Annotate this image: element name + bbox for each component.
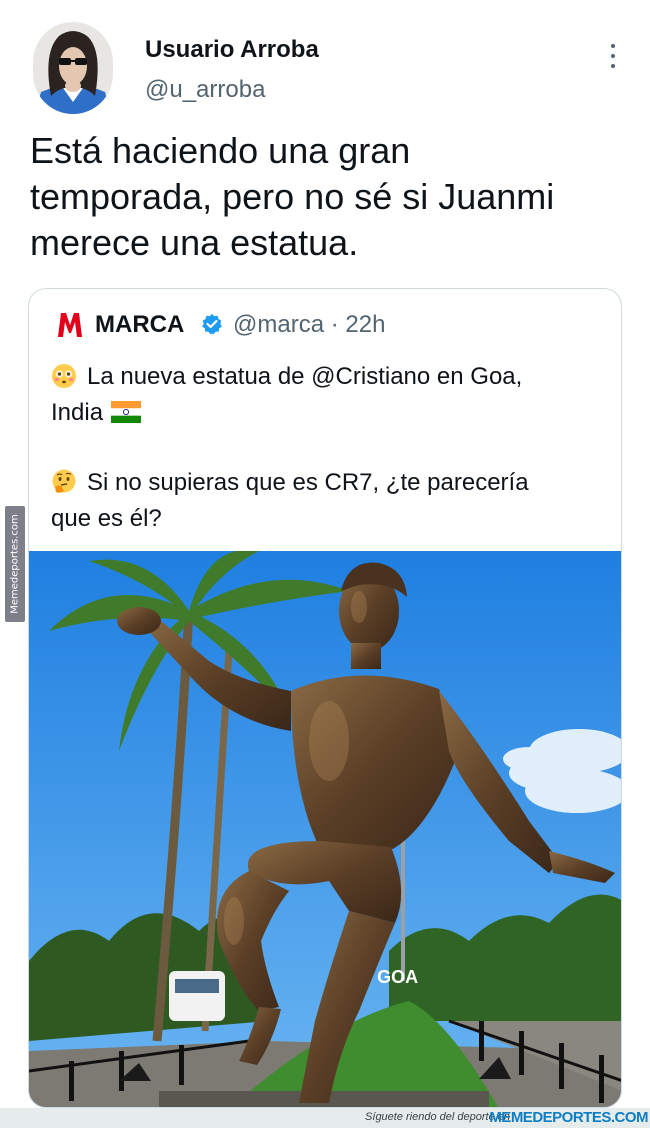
quoted-text-line: que es él? — [51, 505, 162, 532]
footer-watermark: Síguete riendo del deporte en MEMEDEPORT… — [0, 1108, 650, 1128]
side-watermark: Memedeportes.com — [5, 506, 25, 622]
more-vertical-icon[interactable] — [606, 42, 620, 70]
user-handle[interactable]: @u_arroba — [145, 76, 265, 104]
quoted-text: Si no supieras que es CR7, ¿te parecería — [87, 469, 529, 496]
tweet-text-line: Está haciendo una gran — [30, 130, 411, 171]
display-name[interactable]: Usuario Arroba — [145, 36, 319, 64]
tweet-text-line: temporada, pero no sé si Juanmi — [30, 176, 555, 217]
tweet-text-line: merece una estatua. — [30, 222, 359, 263]
footer-brand: MEMEDEPORTES.COM — [489, 1109, 648, 1126]
quoted-author-name[interactable]: MARCA — [95, 311, 184, 339]
quoted-text: India — [51, 399, 104, 426]
quoted-handle-time[interactable]: @marca · 22h — [233, 311, 385, 339]
quoted-text: La nueva estatua de @Cristiano en Goa, — [87, 363, 523, 390]
statue-photo[interactable]: I ❤ GOA — [29, 549, 621, 1107]
avatar[interactable] — [33, 22, 113, 114]
tweet-text: Está haciendo una gran temporada, pero n… — [30, 128, 630, 266]
side-watermark-text: Memedeportes.com — [9, 514, 21, 614]
marca-logo-icon[interactable] — [57, 311, 83, 339]
flushed-face-emoji — [51, 363, 77, 389]
quoted-text-line: India — [51, 395, 142, 431]
india-flag-icon — [111, 398, 142, 423]
quoted-tweet[interactable]: MARCA @marca · 22h La nueva estatua de @… — [28, 288, 622, 1108]
thinking-face-emoji — [51, 469, 77, 495]
footer-tagline: Síguete riendo del deporte en — [365, 1111, 510, 1123]
quoted-text-line: La nueva estatua de @Cristiano en Goa, — [51, 359, 522, 395]
verified-badge-icon — [201, 313, 223, 335]
quoted-text-line: Si no supieras que es CR7, ¿te parecería — [51, 465, 529, 501]
